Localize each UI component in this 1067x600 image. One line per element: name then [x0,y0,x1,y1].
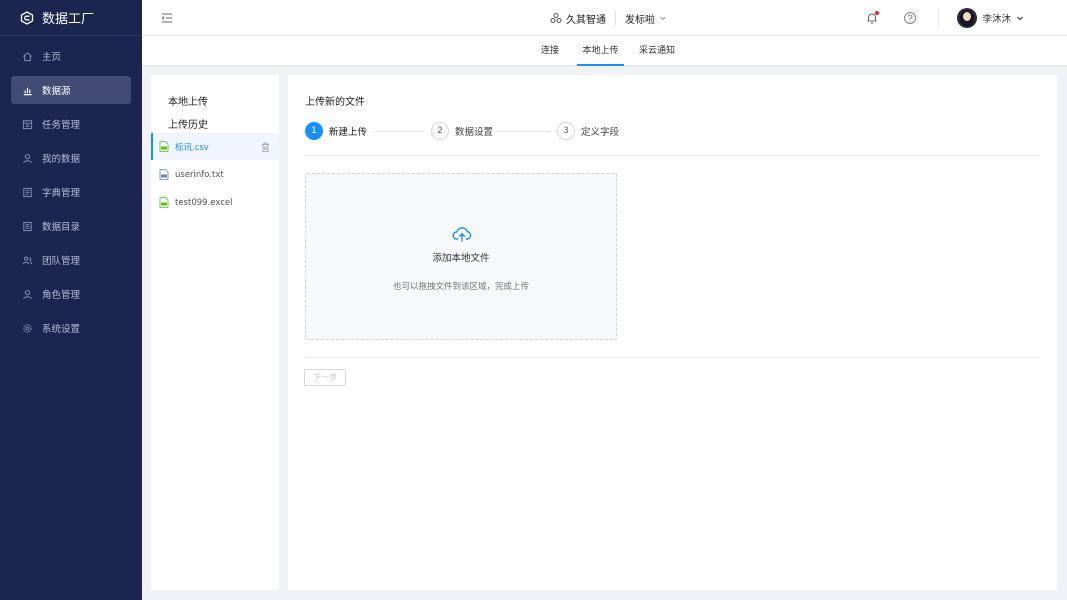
tab-local-upload[interactable]: 本地上传 [577,36,624,66]
user-menu[interactable]: 李沐沐 [957,8,1024,28]
sidebar-item-settings[interactable]: 系统设置 [11,314,131,342]
tab-connect[interactable]: 连接 [537,36,563,66]
file-dropzone[interactable]: 添加本地文件 也可以拖拽文件到该区域，完成上传 [305,173,617,340]
step-connector [372,131,424,132]
step-connector [496,131,551,132]
team-icon [21,254,33,266]
organization-icon [550,13,562,23]
cloud-upload-icon [452,227,472,242]
home-icon [21,50,33,62]
file-name: 标讯.csv [175,142,209,153]
tab-bar: 连接 本地上传 采云通知 [142,36,1067,66]
sidebar-item-datasource[interactable]: 数据源 [11,76,131,104]
trash-icon[interactable] [261,142,270,152]
sidebar-item-team[interactable]: 团队管理 [11,246,131,274]
header-divider [615,11,616,25]
sidebar: 数据工厂 主页 数据源 任务管理 我的数据 字典管理 数据目录 团队管理 角色管… [0,0,142,600]
divider [305,155,1040,156]
upload-main-panel: 上传新的文件 1 新建上传 2 数据设置 3 定义字段 添加本地文件 也可以拖拽… [288,75,1057,590]
user-icon [21,152,33,164]
sidebar-item-label: 字典管理 [42,188,81,199]
file-item[interactable]: userinfo.txt [151,161,279,188]
step-label: 数据设置 [455,127,494,138]
role-icon [21,288,33,300]
chart-icon [21,84,33,96]
page-title: 上传新的文件 [305,97,365,108]
sidebar-item-mydata[interactable]: 我的数据 [11,144,131,172]
sidebar-item-label: 角色管理 [42,290,81,301]
logo-icon [20,10,34,25]
menu-collapse-icon[interactable] [160,11,174,25]
file-item[interactable]: test099.excel [151,189,279,216]
sidebar-item-label: 主页 [42,52,62,63]
csv-file-icon [159,141,169,152]
sidebar-item-label: 团队管理 [42,256,81,267]
top-header: 久其智通 发标啦 李沐沐 [142,0,1067,36]
step-number: 3 [557,122,575,140]
org-name: 久其智通 [566,14,606,26]
help-icon[interactable] [903,11,917,25]
settings-icon [21,322,33,334]
local-upload-link[interactable]: 本地上传 [168,93,208,108]
dictionary-icon [21,186,33,198]
step-label: 定义字段 [581,127,620,138]
catalog-icon [21,220,33,232]
brand[interactable]: 数据工厂 [0,0,142,36]
org-switcher[interactable]: 久其智通 发标啦 [550,0,667,36]
sidebar-item-label: 任务管理 [42,120,81,131]
upload-history-title[interactable]: 上传历史 [168,116,208,131]
file-item[interactable]: 标讯.csv [151,133,279,160]
upload-nav-panel: 本地上传 上传历史 标讯.csv userinfo.txt test099.ex… [151,75,279,590]
step-define-fields: 3 定义字段 [557,122,619,140]
sidebar-item-label: 我的数据 [42,154,81,165]
sidebar-item-home[interactable]: 主页 [11,42,131,70]
sidebar-item-label: 数据源 [42,86,71,97]
sidebar-item-label: 系统设置 [42,324,81,335]
sidebar-item-tasks[interactable]: 任务管理 [11,110,131,138]
calendar-icon [21,118,33,130]
txt-file-icon [159,169,169,180]
dropzone-hint: 也可以拖拽文件到该区域，完成上传 [392,282,529,292]
tab-cloud-notice[interactable]: 采云通知 [638,36,676,66]
step-data-settings: 2 数据设置 [431,122,493,140]
header-actions: 李沐沐 [865,0,1067,36]
step-new-upload: 1 新建上传 [305,122,367,140]
next-step-button[interactable]: 下一步 [304,369,346,386]
header-divider [938,8,940,28]
sidebar-menu: 主页 数据源 任务管理 我的数据 字典管理 数据目录 团队管理 角色管理 系统设… [0,42,142,342]
step-number: 2 [431,122,449,140]
file-name: test099.excel [175,197,233,208]
sidebar-item-roles[interactable]: 角色管理 [11,280,131,308]
dropzone-title: 添加本地文件 [432,253,490,264]
project-name: 发标啦 [625,14,655,26]
divider [305,357,1040,358]
avatar [957,8,978,28]
app-name: 数据工厂 [42,12,95,27]
excel-file-icon [159,197,169,208]
step-number: 1 [305,122,323,140]
chevron-down-icon [660,16,666,21]
file-name: userinfo.txt [175,169,224,180]
chevron-down-icon [1017,16,1023,21]
user-name: 李沐沐 [982,14,1011,25]
sidebar-item-dictionary[interactable]: 字典管理 [11,178,131,206]
notification-button[interactable] [865,11,880,25]
sidebar-item-catalog[interactable]: 数据目录 [11,212,131,240]
sidebar-item-label: 数据目录 [42,222,81,233]
step-label: 新建上传 [329,127,368,138]
